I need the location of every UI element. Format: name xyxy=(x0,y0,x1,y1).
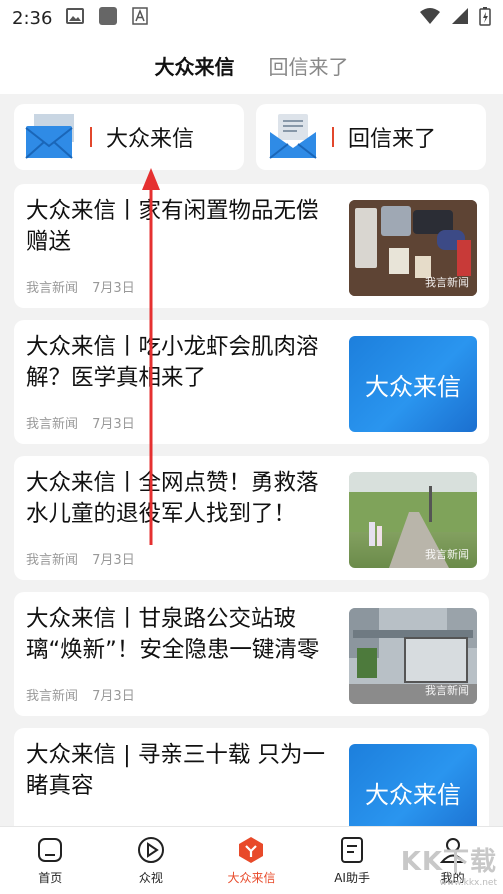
article-meta: 我言新闻 7月3日 xyxy=(26,267,337,296)
tab-huixin-laile[interactable]: 回信来了 xyxy=(269,51,349,80)
category-card-label: 大众来信 xyxy=(106,127,195,152)
article-title: 大众来信丨甘泉路公交站玻璃“焕新”！安全隐患一键清零 xyxy=(26,606,320,663)
article-title: 大众来信 | 寻亲三十载 只为一睹真容 xyxy=(26,742,326,799)
thumbnail-text: 大众来信 xyxy=(365,780,461,809)
article-thumbnail: 我言新闻 xyxy=(349,200,477,296)
article-date: 7月3日 xyxy=(92,417,135,432)
article-thumbnail: 我言新闻 xyxy=(349,608,477,704)
article-list: 大众来信丨家有闲置物品无偿赠送 我言新闻 7月3日 我言新闻 大众来信丨吃小龙虾… xyxy=(0,176,503,852)
nav-label: AI助手 xyxy=(334,871,370,885)
status-bar: 2:36 xyxy=(0,0,503,36)
article-meta: 我言新闻 7月3日 xyxy=(26,675,337,704)
mail-envelope-icon xyxy=(24,112,76,162)
article-source: 我言新闻 xyxy=(26,281,79,296)
thumbnail-watermark-logo: 我言新闻 xyxy=(425,684,469,697)
top-tabs: 大众来信 回信来了 xyxy=(0,36,503,94)
category-card-huixin-laile[interactable]: 回信来了 xyxy=(256,104,486,170)
wifi-icon xyxy=(419,7,441,30)
article-date: 7月3日 xyxy=(92,553,135,568)
play-icon xyxy=(136,835,166,865)
list-item[interactable]: 大众来信丨全网点赞！勇救落水儿童的退役军人找到了！ 我言新闻 7月3日 我言新闻 xyxy=(14,456,489,580)
list-item[interactable]: 大众来信丨家有闲置物品无偿赠送 我言新闻 7月3日 我言新闻 xyxy=(14,184,489,308)
category-cards: 大众来信 回信来了 xyxy=(0,94,503,176)
tab-dazhong-laixin[interactable]: 大众来信 xyxy=(155,51,235,80)
nav-label: 首页 xyxy=(38,871,63,885)
site-watermark-logo: KK下载 www.kkx.net xyxy=(400,847,497,888)
article-date: 7月3日 xyxy=(92,689,135,704)
nav-dazhong-laixin[interactable]: 大众来信 xyxy=(201,827,302,894)
nav-home[interactable]: 首页 xyxy=(0,827,101,894)
nav-ai-assistant[interactable]: AI助手 xyxy=(302,827,403,894)
document-icon xyxy=(337,835,367,865)
font-a-icon xyxy=(132,6,149,30)
article-thumbnail: 我言新闻 xyxy=(349,472,477,568)
nav-label: 众视 xyxy=(138,871,163,885)
category-card-label: 回信来了 xyxy=(348,127,437,152)
article-source: 我言新闻 xyxy=(26,689,79,704)
article-title: 大众来信丨家有闲置物品无偿赠送 xyxy=(26,198,319,255)
list-item[interactable]: 大众来信丨甘泉路公交站玻璃“焕新”！安全隐患一键清零 我言新闻 7月3日 我言新… xyxy=(14,592,489,716)
article-title: 大众来信丨全网点赞！勇救落水儿童的退役军人找到了！ xyxy=(26,470,319,527)
article-source: 我言新闻 xyxy=(26,417,79,432)
thumbnail-text: 大众来信 xyxy=(365,372,461,401)
letter-reply-icon xyxy=(266,112,318,162)
article-meta: 我言新闻 7月3日 xyxy=(26,539,337,568)
nav-zhongshi[interactable]: 众视 xyxy=(101,827,202,894)
battery-charging-icon xyxy=(479,6,491,31)
nav-label: 大众来信 xyxy=(227,871,276,885)
article-title: 大众来信丨吃小龙虾会肌肉溶解？医学真相来了 xyxy=(26,334,319,391)
home-icon xyxy=(35,835,65,865)
list-item[interactable]: 大众来信丨吃小龙虾会肌肉溶解？医学真相来了 我言新闻 7月3日 大众来信 xyxy=(14,320,489,444)
mail-brand-icon xyxy=(236,835,266,865)
status-time: 2:36 xyxy=(12,7,53,29)
article-meta: 我言新闻 7月3日 xyxy=(26,403,337,432)
article-source: 我言新闻 xyxy=(26,553,79,568)
thumbnail-watermark-logo: 我言新闻 xyxy=(425,548,469,561)
app-square-icon xyxy=(98,6,118,31)
divider xyxy=(90,127,92,147)
category-card-dazhong-laixin[interactable]: 大众来信 xyxy=(14,104,244,170)
article-date: 7月3日 xyxy=(92,281,135,296)
image-icon xyxy=(66,7,85,29)
signal-icon xyxy=(451,7,469,30)
article-thumbnail: 大众来信 xyxy=(349,336,477,432)
divider xyxy=(332,127,334,147)
thumbnail-watermark-logo: 我言新闻 xyxy=(425,276,469,289)
